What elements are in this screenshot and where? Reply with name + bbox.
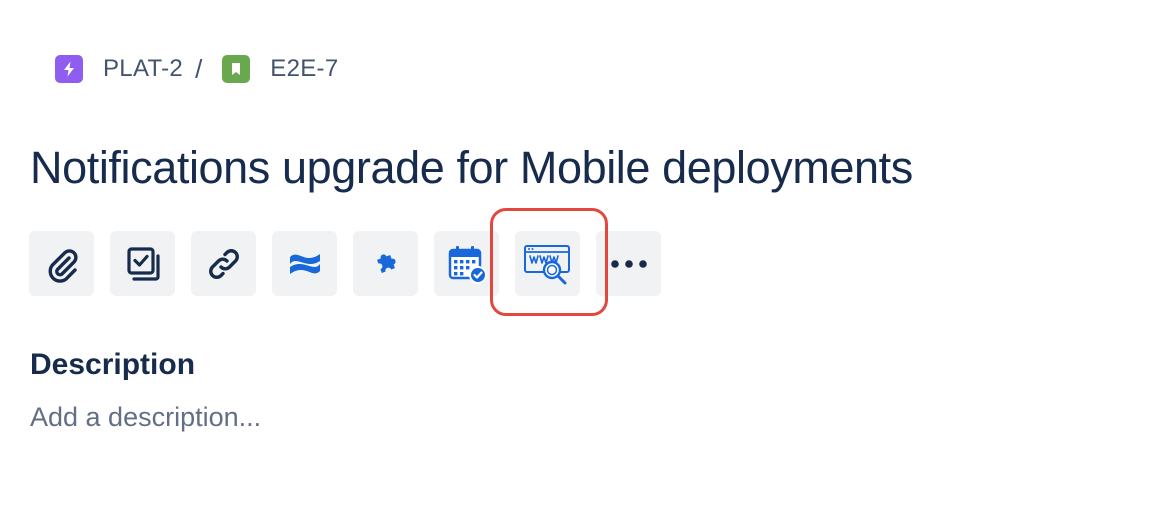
current-issue-key: E2E-7 [270,55,339,82]
breadcrumb-current-issue[interactable]: E2E-7 [222,55,338,83]
link-issue-button[interactable] [191,231,256,296]
child-issues-icon [123,244,163,284]
lightning-icon [55,55,83,83]
attach-button[interactable] [29,231,94,296]
more-icon [609,258,649,270]
breadcrumb-separator: / [195,53,203,84]
add-child-issue-button[interactable] [110,231,175,296]
web-search-app-button[interactable] [515,231,580,296]
apps-button[interactable] [353,231,418,296]
link-icon [204,244,244,284]
calendar-app-button[interactable] [434,231,499,296]
calendar-check-icon [445,242,489,286]
puzzle-icon [371,249,401,279]
issue-title[interactable]: Notifications upgrade for Mobile deploym… [30,142,913,194]
more-actions-button[interactable] [596,231,661,296]
breadcrumb-parent-issue[interactable]: PLAT-2 [55,55,183,83]
web-search-icon [522,242,574,286]
description-input[interactable]: Add a description... [30,402,261,433]
breadcrumb: PLAT-2 / E2E-7 [55,54,339,84]
confluence-icon [285,244,325,284]
bookmark-icon [222,55,251,83]
confluence-button[interactable] [272,231,337,296]
paperclip-icon [42,244,82,284]
issue-action-toolbar [29,231,661,296]
description-heading: Description [30,348,196,381]
parent-issue-key: PLAT-2 [103,55,184,82]
